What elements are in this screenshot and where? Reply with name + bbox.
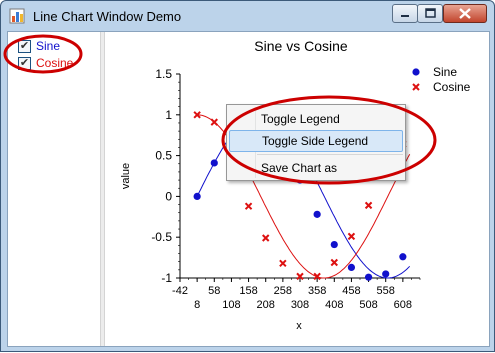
data-point-cosine: [330, 258, 338, 267]
side-legend-item-cosine[interactable]: ✔ Cosine: [18, 55, 73, 71]
x-tick-label-top: 158: [239, 285, 257, 297]
data-point-sine: [347, 263, 356, 271]
x-tick-label-bottom: 8: [194, 299, 200, 311]
menu-item-save-chart-as[interactable]: Save Chart as: [229, 157, 403, 179]
line-chart: Sine vs Cosine value x 1.5 1 0.5 0 -0.5 -1-42…: [120, 38, 471, 332]
cosine-checkbox[interactable]: ✔: [18, 56, 31, 70]
app-chart-icon: [9, 8, 25, 24]
side-legend-item-sine[interactable]: ✔ Sine: [18, 38, 60, 54]
title-bar[interactable]: Line Chart Window Demo: [1, 1, 494, 31]
y-tick-label: -0.5: [151, 230, 172, 244]
x-axis-label: x: [296, 320, 302, 332]
data-point-sine: [382, 270, 390, 278]
x-tick-label-bottom: 208: [257, 299, 275, 311]
data-point-cosine: [244, 202, 253, 210]
x-tick-label-bottom: 508: [359, 299, 377, 311]
close-button[interactable]: [443, 4, 487, 23]
checkmark-icon: ✔: [19, 39, 30, 52]
sine-checkbox[interactable]: ✔: [18, 39, 31, 53]
side-legend: ✔ Sine ✔ Cosine: [8, 32, 100, 346]
x-tick-label-bottom: 108: [222, 299, 240, 311]
data-point-cosine: [347, 232, 356, 241]
minimize-icon: [401, 15, 409, 17]
checkmark-icon: ✔: [19, 56, 30, 69]
chart-title: Sine vs Cosine: [254, 38, 348, 54]
maximize-button[interactable]: [417, 4, 443, 23]
x-tick-label-top: 458: [342, 285, 360, 297]
app-window: Line Chart Window Demo ✔ Sine ✔ Cosine S…: [0, 0, 495, 352]
data-point-sine: [210, 159, 218, 167]
y-tick-label: 1: [165, 108, 172, 122]
y-tick-label: 0: [165, 189, 172, 203]
data-point-sine: [313, 210, 321, 218]
y-tick-label: 1.5: [155, 67, 172, 81]
maximize-icon: [425, 8, 436, 18]
x-tick-label-top: -42: [172, 285, 188, 297]
x-tick-label-bottom: 408: [325, 299, 343, 311]
data-point-sine: [193, 192, 201, 200]
menu-separator: [257, 154, 403, 155]
y-tick-label: 0.5: [155, 149, 172, 163]
x-tick-label-top: 258: [274, 285, 292, 297]
legend-marker-sine: [412, 68, 420, 76]
sine-label: Sine: [36, 39, 61, 53]
y-tick-label: -1: [161, 271, 172, 285]
x-tick-label-bottom: 608: [394, 299, 412, 311]
data-point-sine: [399, 253, 407, 261]
close-icon: [459, 8, 471, 19]
data-point-sine: [364, 273, 373, 281]
data-point-cosine: [262, 234, 270, 242]
x-tick-label-top: 58: [208, 285, 220, 297]
cosine-label: Cosine: [36, 56, 74, 70]
x-tick-label-bottom: 308: [291, 299, 309, 311]
menu-item-toggle-legend[interactable]: Toggle Legend: [229, 108, 403, 130]
menu-item-toggle-side-legend[interactable]: Toggle Side Legend: [229, 130, 403, 152]
client-area: ✔ Sine ✔ Cosine Sine vs Cosine value x 1…: [7, 31, 490, 347]
data-point-cosine: [279, 259, 287, 268]
y-axis-label: value: [120, 163, 132, 189]
x-tick-label-top: 558: [377, 285, 395, 297]
minimize-button[interactable]: [392, 4, 418, 23]
window-title: Line Chart Window Demo: [33, 9, 182, 24]
context-menu: Toggle Legend Toggle Side Legend Save Ch…: [226, 104, 406, 181]
legend-label-sine: Sine: [433, 65, 457, 79]
data-point-cosine: [210, 118, 218, 126]
x-tick-label-top: 358: [308, 285, 326, 297]
legend-label-cosine: Cosine: [433, 80, 471, 94]
data-point-cosine: [364, 201, 373, 210]
legend-marker-cosine: [412, 83, 420, 91]
data-point-sine: [330, 240, 338, 249]
chart-legend: SineCosine: [412, 65, 471, 94]
